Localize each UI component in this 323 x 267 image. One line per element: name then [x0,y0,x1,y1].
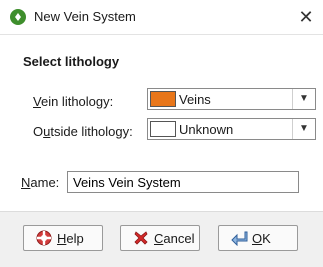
help-button-label: Help [57,231,84,246]
window-title: New Vein System [34,9,136,24]
outside-lithology-value: Unknown [179,122,234,137]
chevron-down-icon[interactable]: ▼ [292,89,315,109]
section-heading: Select lithology [23,54,120,69]
return-arrow-icon [231,230,249,249]
outside-lithology-swatch [150,121,176,137]
button-bar: Help Cancel OK [0,211,323,267]
help-button[interactable]: Help [23,225,103,251]
cancel-button[interactable]: Cancel [120,225,200,251]
outside-lithology-dropdown[interactable]: Unknown ▼ [147,118,316,140]
close-button[interactable]: ✕ [289,0,323,34]
vein-lithology-swatch [150,91,176,107]
outside-lithology-label: Outside lithology: [33,124,133,139]
name-input[interactable] [67,171,299,193]
cancel-button-label: Cancel [154,231,195,246]
title-bar: New Vein System ✕ [0,0,323,35]
vein-lithology-value: Veins [179,92,211,107]
vein-lithology-dropdown[interactable]: Veins ▼ [147,88,316,110]
chevron-down-icon[interactable]: ▼ [292,119,315,139]
name-label: Name: [21,175,60,190]
ok-button-label: OK [252,231,271,246]
app-logo-icon [10,9,26,25]
vein-lithology-label: Vein lithology: [33,94,114,109]
lifebuoy-icon [36,230,52,249]
red-x-icon [133,230,149,249]
ok-button[interactable]: OK [218,225,298,251]
